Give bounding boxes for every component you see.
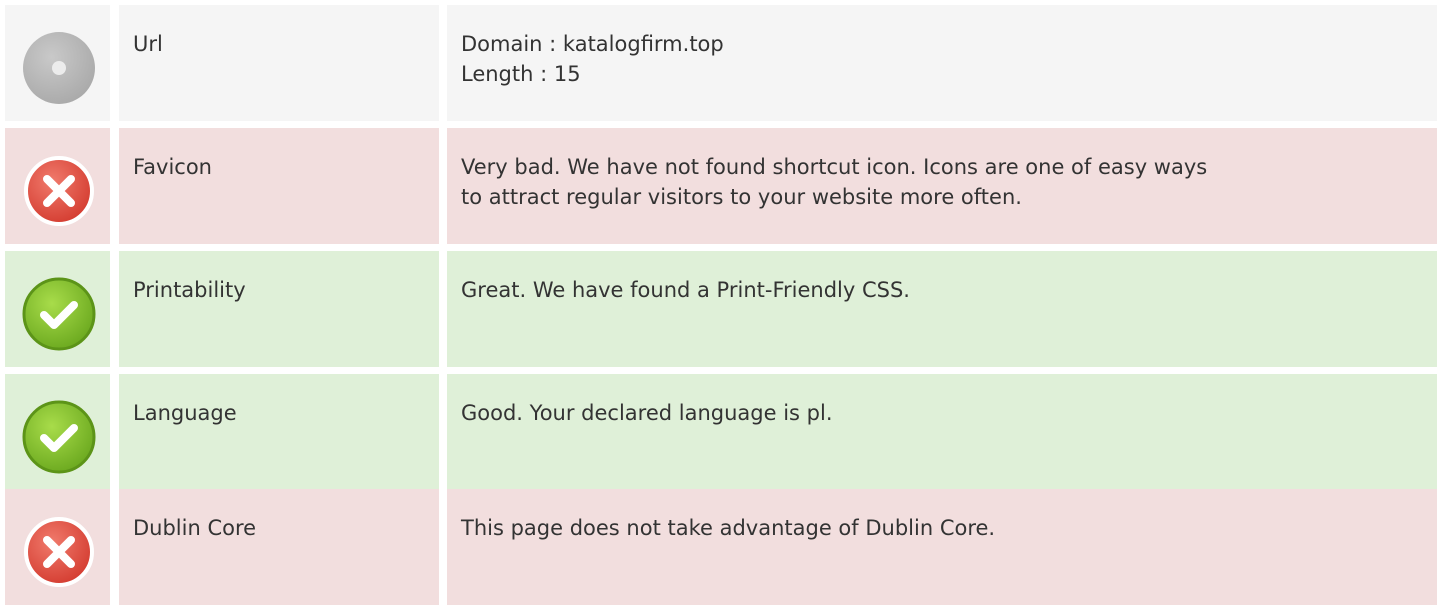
row-value-cell: Good. Your declared language is pl. (447, 374, 1437, 490)
status-cell (5, 374, 110, 490)
favicon-message-line: to attract regular visitors to your webs… (461, 185, 1022, 209)
report-row-favicon: Favicon Very bad. We have not found shor… (0, 128, 1443, 244)
row-label-cell: Url (119, 5, 439, 121)
row-value-cell: Domain : katalogfirm.top Length : 15 (447, 5, 1437, 121)
check-mark-icon (20, 398, 98, 476)
url-length-text: Length : 15 (461, 62, 581, 86)
report-row-language: Language Good. Your declared language is… (0, 374, 1443, 490)
status-cell (5, 128, 110, 244)
error-cross-icon (20, 152, 98, 230)
row-label-cell: Dublin Core (119, 489, 439, 605)
row-label-cell: Printability (119, 251, 439, 367)
url-domain-text: Domain : katalogfirm.top (461, 32, 724, 56)
seo-report-table: Url Domain : katalogfirm.top Length : 15 (0, 0, 1443, 605)
error-cross-icon (20, 513, 98, 591)
row-label: Url (133, 32, 163, 56)
row-value-cell: Great. We have found a Print-Friendly CS… (447, 251, 1437, 367)
row-label: Printability (133, 278, 246, 302)
row-label: Dublin Core (133, 516, 257, 540)
report-row-dublin-core: Dublin Core This page does not take adva… (0, 489, 1443, 605)
favicon-message-line: Very bad. We have not found shortcut ico… (461, 155, 1208, 179)
row-label-cell: Language (119, 374, 439, 490)
row-value-cell: This page does not take advantage of Dub… (447, 489, 1437, 605)
dublin-core-message: This page does not take advantage of Dub… (461, 516, 996, 540)
status-cell (5, 5, 110, 121)
check-mark-icon (20, 275, 98, 353)
status-cell (5, 251, 110, 367)
info-dot-icon (20, 29, 98, 107)
report-row-printability: Printability Great. We have found a Prin… (0, 251, 1443, 367)
report-row-url: Url Domain : katalogfirm.top Length : 15 (0, 5, 1443, 121)
language-message: Good. Your declared language is pl. (461, 401, 833, 425)
row-label-cell: Favicon (119, 128, 439, 244)
printability-message: Great. We have found a Print-Friendly CS… (461, 278, 910, 302)
status-cell (5, 489, 110, 605)
row-label: Language (133, 401, 237, 425)
row-value-cell: Very bad. We have not found shortcut ico… (447, 128, 1437, 244)
row-label: Favicon (133, 155, 212, 179)
